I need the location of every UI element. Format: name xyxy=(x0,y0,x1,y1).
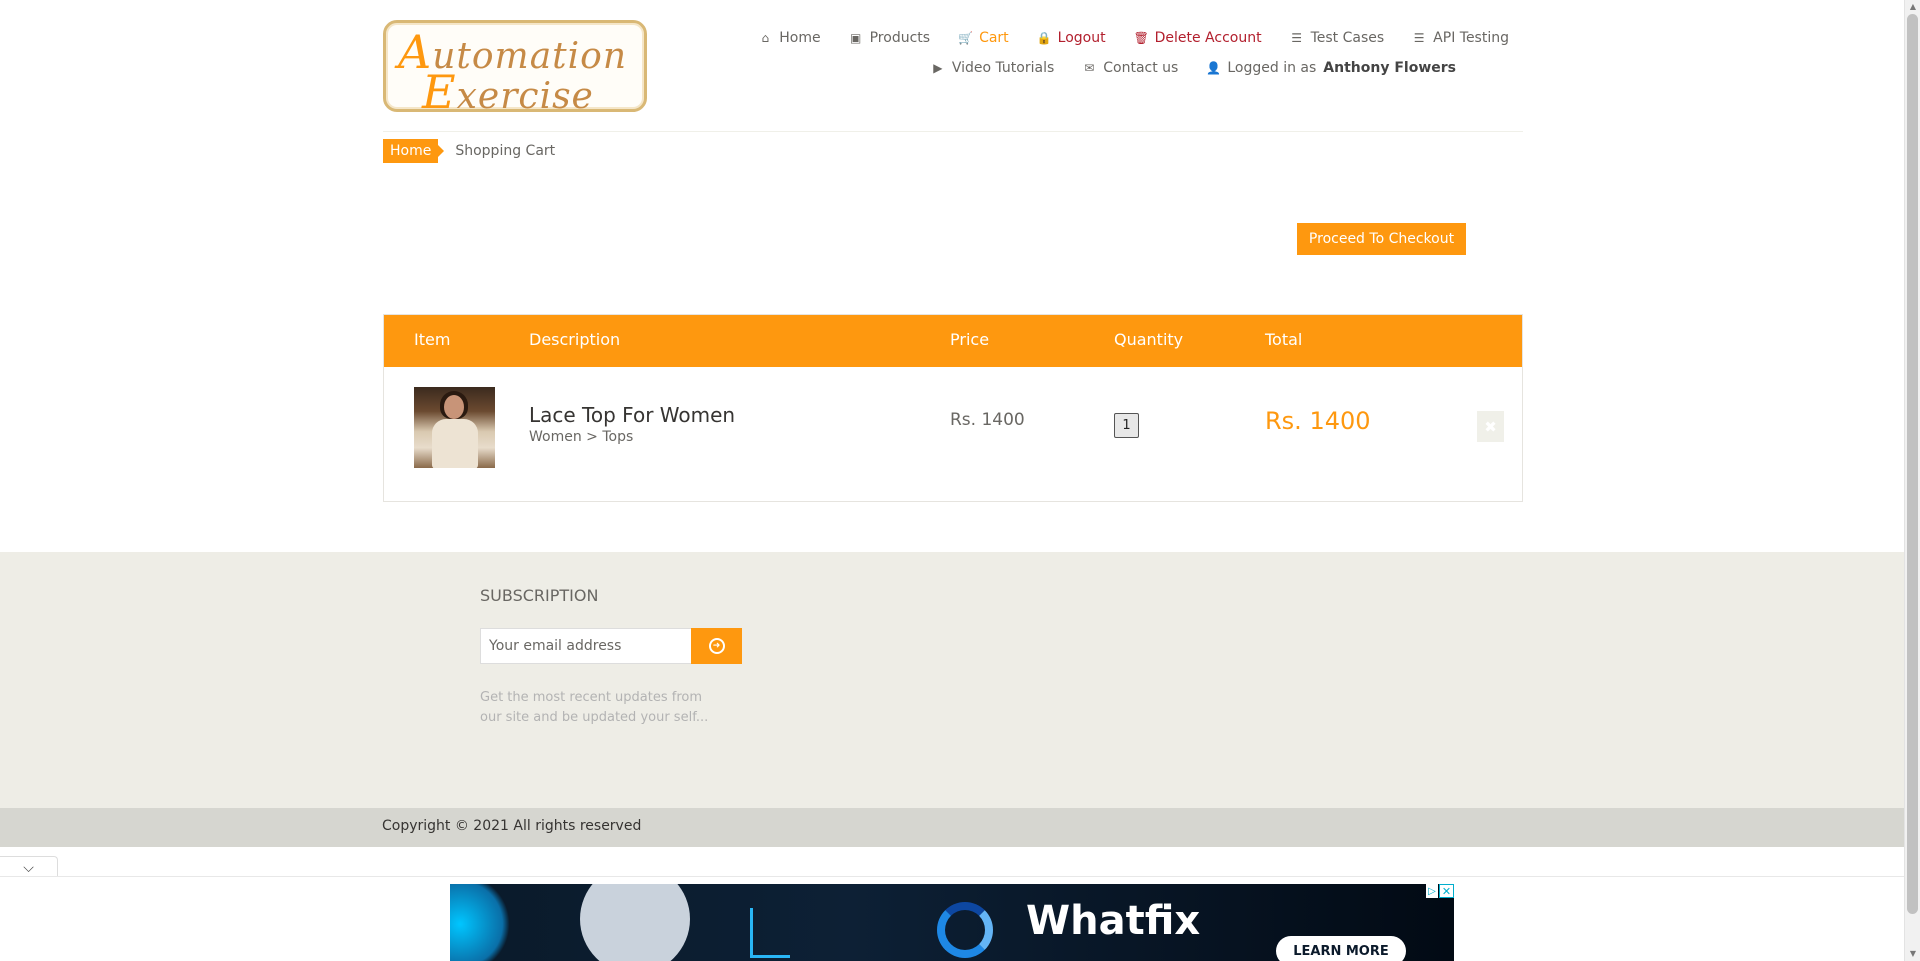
ad-decoration-photo xyxy=(580,884,690,961)
ad-choices-icon[interactable]: ▷ xyxy=(1426,884,1438,898)
footer-bottom: Copyright © 2021 All rights reserved xyxy=(0,808,1904,847)
ad-banner[interactable]: Whatfix LEARN MORE xyxy=(450,884,1454,961)
nav-logout[interactable]: 🔒 Logout xyxy=(1023,28,1120,48)
ad-learn-more-button[interactable]: LEARN MORE xyxy=(1276,936,1406,961)
nav-row-2: ▶ Video Tutorials ✉ Contact us 👤 Logged in … xyxy=(763,58,1470,78)
col-header-price: Price xyxy=(950,330,990,349)
logged-in-username: Anthony Flowers xyxy=(1323,60,1456,76)
subscription-title: SUBSCRIPTION xyxy=(480,586,599,605)
page: Automation Exercise ⌂ Home ▣ Products 🛒 Car… xyxy=(0,0,1904,961)
scrollbar[interactable]: ▲ ▼ xyxy=(1904,0,1920,961)
nav-api-testing-label: API Testing xyxy=(1433,30,1509,46)
main-nav: ⌂ Home ▣ Products 🛒 Cart 🔒 Logout 🗑 Delete Ac… xyxy=(761,28,1523,78)
whatfix-logo-icon xyxy=(937,902,993,958)
proceed-to-checkout-button[interactable]: Proceed To Checkout xyxy=(1297,223,1466,255)
col-header-total: Total xyxy=(1265,330,1303,349)
subscription-note: Get the most recent updates from our sit… xyxy=(480,690,709,725)
list-icon: ☰ xyxy=(1413,31,1425,45)
logged-in-label: Logged in as xyxy=(1227,60,1317,76)
close-icon: ✖ xyxy=(1484,417,1497,436)
ad-collapse-button[interactable]: ⌵ xyxy=(0,856,58,878)
delete-item-button[interactable]: ✖ xyxy=(1477,411,1504,442)
product-total: Rs. 1400 xyxy=(1265,407,1371,435)
nav-api-testing[interactable]: ☰ API Testing xyxy=(1398,28,1523,48)
arrow-circle-right-icon: ➜ xyxy=(708,638,725,654)
nav-products[interactable]: ▣ Products xyxy=(835,28,944,48)
scroll-thumb[interactable] xyxy=(1907,14,1918,914)
subscribe-button[interactable]: ➜ xyxy=(691,628,742,664)
cart-icon: 🛒 xyxy=(958,31,974,45)
nav-test-cases-label: Test Cases xyxy=(1310,30,1385,46)
product-category: Women > Tops xyxy=(529,429,634,445)
cart-table: Item Description Price Quantity Total La… xyxy=(383,314,1523,502)
nav-video-tutorials[interactable]: ▶ Video Tutorials xyxy=(917,58,1068,78)
trash-icon: 🗑 xyxy=(1133,31,1149,45)
nav-contact-us[interactable]: ✉ Contact us xyxy=(1068,58,1192,78)
table-row: Lace Top For Women Women > Tops Rs. 1400… xyxy=(384,367,1522,503)
col-header-description: Description xyxy=(529,330,621,349)
nav-logout-label: Logout xyxy=(1057,30,1106,46)
nav-delete-account[interactable]: 🗑 Delete Account xyxy=(1120,28,1276,48)
lock-icon: 🔒 xyxy=(1036,31,1052,45)
ad-close-button[interactable]: ✕ xyxy=(1439,884,1454,898)
nav-products-label: Products xyxy=(869,30,931,46)
list-icon: ☰ xyxy=(1291,31,1302,45)
envelope-icon: ✉ xyxy=(1084,61,1095,75)
subscribe-email-input[interactable] xyxy=(480,628,692,664)
product-name[interactable]: Lace Top For Women xyxy=(529,403,735,427)
product-image[interactable] xyxy=(414,387,495,468)
breadcrumb-home[interactable]: Home xyxy=(383,139,445,163)
col-header-quantity: Quantity xyxy=(1114,330,1184,349)
product-image-face xyxy=(444,395,464,419)
product-image-top xyxy=(432,419,478,468)
nav-cart[interactable]: 🛒 Cart xyxy=(944,28,1023,48)
nav-cart-label: Cart xyxy=(979,30,1009,46)
quantity-value[interactable]: 1 xyxy=(1114,413,1139,438)
footer-widget: SUBSCRIPTION ➜ Get the most recent updat… xyxy=(0,552,1904,808)
cart-table-header: Item Description Price Quantity Total xyxy=(384,315,1522,367)
ad-brand-name: Whatfix xyxy=(1026,898,1201,944)
copyright-text: Copyright © 2021 All rights reserved xyxy=(382,818,642,834)
home-icon: ⌂ xyxy=(761,31,770,45)
header: Automation Exercise ⌂ Home ▣ Products 🛒 Car… xyxy=(383,0,1523,132)
briefcase-icon: ▣ xyxy=(849,31,862,45)
scroll-up-icon[interactable]: ▲ xyxy=(1908,2,1918,12)
col-header-item: Item xyxy=(414,330,451,349)
chevron-down-icon: ⌵ xyxy=(23,859,34,876)
user-icon: 👤 xyxy=(1206,61,1222,75)
nav-row-1: ⌂ Home ▣ Products 🛒 Cart 🔒 Logout 🗑 Delete Ac… xyxy=(761,28,1523,48)
logo-line-2: Exercise xyxy=(422,65,594,119)
nav-home-label: Home xyxy=(779,30,821,46)
breadcrumb: Home Shopping Cart xyxy=(383,139,1523,163)
ad-decoration-blob xyxy=(450,884,510,961)
nav-video-tutorials-label: Video Tutorials xyxy=(951,60,1055,76)
scroll-down-icon[interactable]: ▼ xyxy=(1908,949,1918,959)
logo[interactable]: Automation Exercise xyxy=(383,20,647,119)
nav-test-cases[interactable]: ☰ Test Cases xyxy=(1276,28,1399,48)
nav-home[interactable]: ⌂ Home xyxy=(744,28,834,48)
nav-contact-us-label: Contact us xyxy=(1103,60,1179,76)
ad-chart-icon xyxy=(750,908,790,958)
nav-logged-in-as[interactable]: 👤 Logged in as Anthony Flowers xyxy=(1192,58,1470,78)
nav-delete-account-label: Delete Account xyxy=(1154,30,1262,46)
breadcrumb-current: Shopping Cart xyxy=(455,143,556,159)
youtube-icon: ▶ xyxy=(933,61,943,75)
product-price: Rs. 1400 xyxy=(950,410,1025,430)
